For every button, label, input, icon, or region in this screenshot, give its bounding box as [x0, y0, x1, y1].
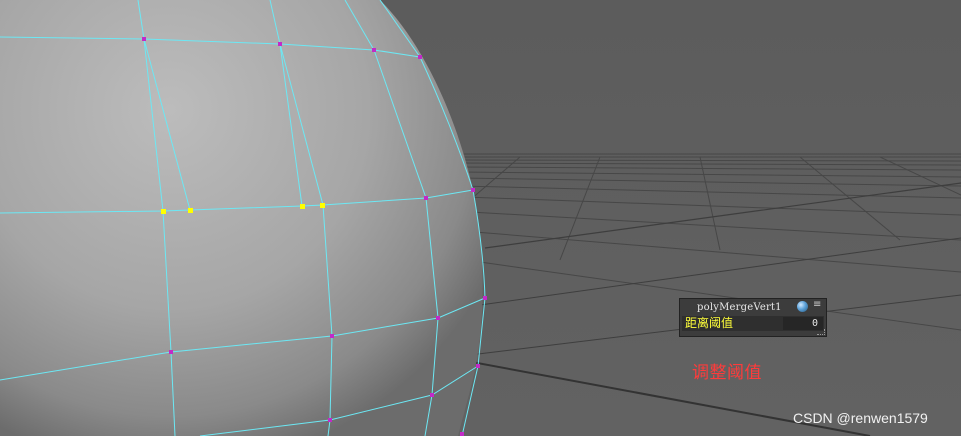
- attribute-label[interactable]: 距离阈值: [685, 316, 733, 331]
- vertex[interactable]: [424, 196, 428, 200]
- node-name: polyMergeVert1: [697, 302, 782, 313]
- attribute-row[interactable]: 距离阈值 0: [682, 316, 824, 331]
- vertex[interactable]: [418, 55, 422, 59]
- selected-vertex[interactable]: [161, 209, 166, 214]
- 3d-viewport[interactable]: polyMergeVert1 ≡ 距离阈值 0 调整阈值 CSDN @renwe…: [0, 0, 961, 436]
- vertex[interactable]: [471, 188, 475, 192]
- vertex[interactable]: [330, 334, 334, 338]
- hud-menu-icon[interactable]: ≡: [813, 299, 821, 310]
- resize-grip-icon[interactable]: [817, 329, 825, 335]
- vertex[interactable]: [430, 393, 434, 397]
- selected-vertex[interactable]: [320, 203, 325, 208]
- selected-vertex[interactable]: [300, 204, 305, 209]
- vertex[interactable]: [278, 42, 282, 46]
- sphere-mesh[interactable]: [0, 0, 483, 436]
- node-sphere-icon[interactable]: [797, 301, 808, 312]
- vertex[interactable]: [142, 37, 146, 41]
- vertex[interactable]: [372, 48, 376, 52]
- vertex[interactable]: [328, 418, 332, 422]
- vertex[interactable]: [483, 296, 487, 300]
- selected-vertex[interactable]: [188, 208, 193, 213]
- in-view-editor[interactable]: polyMergeVert1 ≡ 距离阈值 0: [679, 298, 827, 337]
- scene-canvas[interactable]: [0, 0, 961, 436]
- vertex[interactable]: [460, 432, 464, 436]
- watermark: CSDN @renwen1579: [793, 410, 928, 426]
- vertex[interactable]: [169, 350, 173, 354]
- vertex[interactable]: [476, 364, 480, 368]
- annotation-text: 调整阈值: [692, 363, 762, 383]
- vertex[interactable]: [436, 316, 440, 320]
